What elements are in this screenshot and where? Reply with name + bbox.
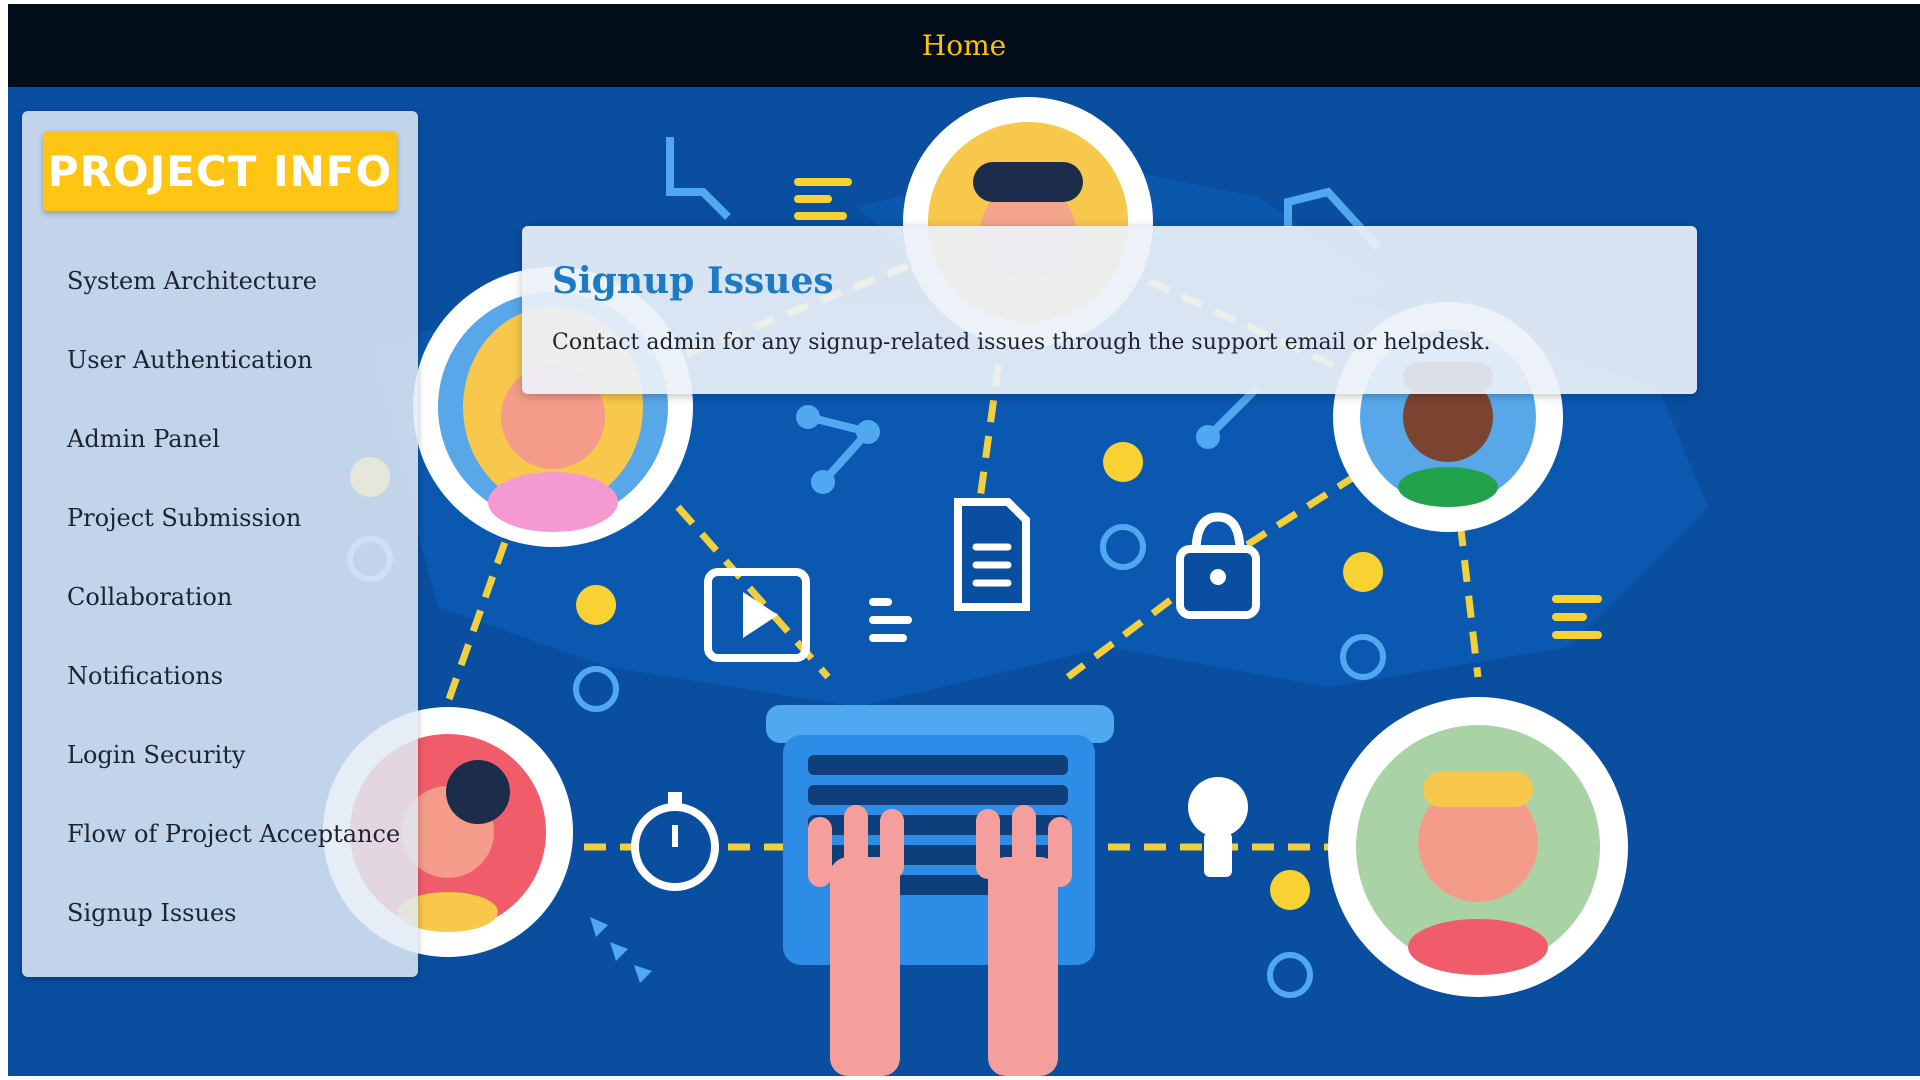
sidebar-item-notifications[interactable]: Notifications: [22, 636, 418, 715]
sidebar-nav: System Architecture User Authentication …: [22, 241, 418, 952]
sidebar-item-system-architecture[interactable]: System Architecture: [22, 241, 418, 320]
sidebar-item-admin-panel[interactable]: Admin Panel: [22, 399, 418, 478]
content-title: Signup Issues: [552, 260, 834, 302]
sidebar-item-signup-issues[interactable]: Signup Issues: [22, 873, 418, 952]
sidebar-item-login-security[interactable]: Login Security: [22, 715, 418, 794]
brand-logo: PROJECT INFO: [43, 131, 397, 211]
sidebar: PROJECT INFO System Architecture User Au…: [22, 111, 418, 977]
home-link[interactable]: Home: [908, 23, 1020, 68]
sidebar-item-flow-of-project-acceptance[interactable]: Flow of Project Acceptance: [22, 794, 418, 873]
content-card: Signup Issues Contact admin for any sign…: [522, 226, 1697, 394]
sidebar-item-user-authentication[interactable]: User Authentication: [22, 320, 418, 399]
content-body: Contact admin for any signup-related iss…: [552, 330, 1491, 355]
top-navbar: Home: [8, 4, 1920, 87]
sidebar-item-collaboration[interactable]: Collaboration: [22, 557, 418, 636]
app-frame: Home PROJECT INFO System Architecture Us…: [8, 4, 1920, 1076]
sidebar-item-project-submission[interactable]: Project Submission: [22, 478, 418, 557]
